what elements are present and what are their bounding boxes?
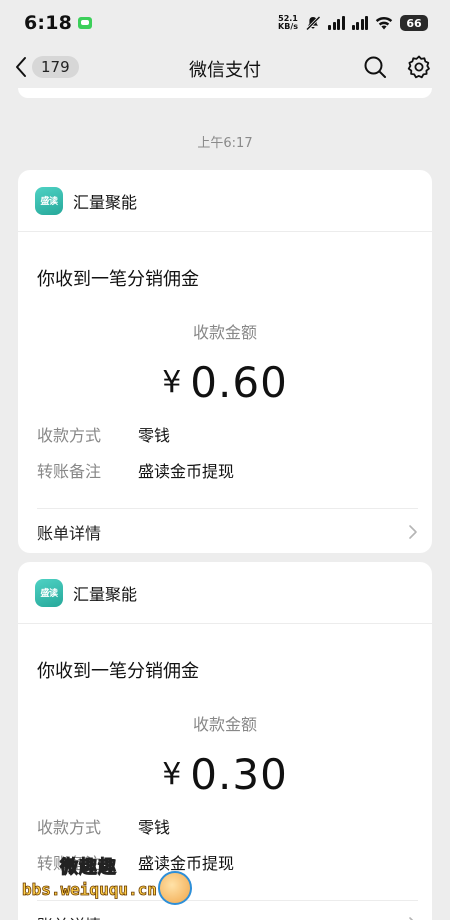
signal-icon-1 [328,16,345,30]
nav-actions [362,54,432,80]
transfer-note-row: 转账备注 盛读金币提现 [37,458,234,482]
mascot-icon [158,871,192,905]
payment-method-label: 收款方式 [37,426,102,445]
previous-card-edge [18,88,432,98]
status-bar: 6:18 52.1 KB/s 66 [0,0,450,46]
watermark: 微趣趣 bbs.weiququ.cn [0,845,225,907]
message-timestamp: 上午6:17 [197,136,253,151]
bill-details-link[interactable]: 账单详情 [37,520,418,544]
net-speed-unit: KB/s [278,22,298,31]
sender-name: 汇量聚能 [73,192,138,212]
chevron-right-icon [409,917,414,920]
bill-details-label: 账单详情 [37,912,101,920]
payment-card[interactable]: 盛读 汇量聚能 你收到一笔分销佣金 收款金额 ¥0.60 收款方式 零钱 转账备… [18,170,432,553]
chevron-right-icon [409,525,417,539]
signal-icon-2 [351,16,368,30]
amount-label: 收款金额 [192,715,257,734]
card-header: 盛读 汇量聚能 [18,562,432,624]
search-icon[interactable] [362,54,388,80]
transfer-note-value: 盛读金币提现 [138,462,235,481]
payment-method-value: 零钱 [138,818,171,837]
nav-bar: 179 微信支付 [0,46,450,90]
bill-details-label: 账单详情 [37,524,102,543]
amount: ¥0.30 [18,750,432,799]
app-logo-icon: 盛读 [35,186,63,215]
status-left: 6:18 [24,12,93,34]
card-title: 你收到一笔分销佣金 [37,661,199,682]
status-right: 52.1 KB/s 66 [278,15,428,31]
status-time: 6:18 [24,12,73,34]
bill-details-link[interactable]: 账单详情 [37,912,418,920]
transfer-note-label: 转账备注 [37,462,102,481]
amount-value: 0.30 [190,750,288,799]
payment-method-row: 收款方式 零钱 [37,814,170,838]
watermark-title: 微趣趣 [60,857,117,879]
sender-name: 汇量聚能 [73,584,138,604]
card-divider [37,508,418,509]
currency-symbol: ¥ [162,757,183,792]
battery-icon: 66 [400,15,428,31]
app-logo-icon: 盛读 [35,578,63,607]
card-header: 盛读 汇量聚能 [18,170,432,232]
amount-label: 收款金额 [192,323,257,342]
payment-method-label: 收款方式 [37,818,102,837]
message-notification-icon [78,17,93,29]
net-speed: 52.1 KB/s [278,15,298,31]
card-title: 你收到一笔分销佣金 [37,269,199,290]
currency-symbol: ¥ [162,365,183,400]
payment-method-value: 零钱 [138,426,171,445]
settings-gear-icon[interactable] [406,54,432,80]
mute-icon [305,15,321,31]
wifi-icon [375,17,393,30]
watermark-url: bbs.weiququ.cn [22,880,158,900]
payment-method-row: 收款方式 零钱 [37,422,170,446]
amount: ¥0.60 [18,358,432,407]
amount-value: 0.60 [190,358,288,407]
